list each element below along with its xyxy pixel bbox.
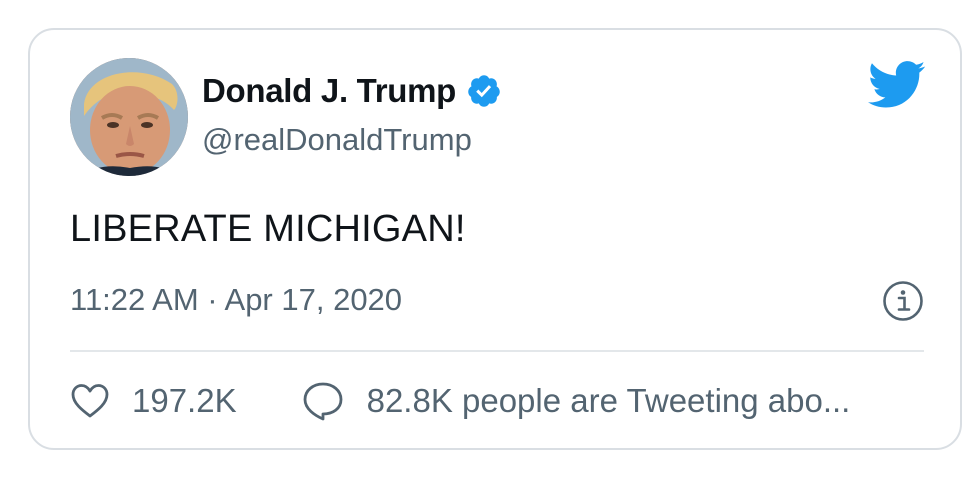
conversation-text: 82.8K people are Tweeting abo... (366, 382, 851, 419)
author-name[interactable]: Donald J. Trump (202, 72, 456, 110)
twitter-bird-icon[interactable] (868, 60, 926, 110)
like-action[interactable]: 197.2K (70, 382, 237, 420)
author-handle[interactable]: @realDonaldTrump (202, 122, 472, 158)
avatar-portrait (70, 58, 188, 176)
conversation-action[interactable]: 82.8K people are Tweeting abo... (301, 380, 851, 422)
speech-bubble-icon[interactable] (301, 380, 345, 422)
divider (70, 350, 924, 352)
tweet-card[interactable]: Donald J. Trump @realDonaldTrump LIBERAT… (28, 28, 962, 450)
action-bar: 197.2K 82.8K people are Tweeting abo... (70, 380, 850, 422)
like-count: 197.2K (132, 382, 237, 419)
info-icon[interactable] (882, 280, 924, 322)
heart-icon[interactable] (70, 383, 110, 419)
tweet-timestamp[interactable]: 11:22 AM · Apr 17, 2020 (70, 282, 402, 318)
tweet-text: LIBERATE MICHIGAN! (70, 208, 466, 250)
verified-badge-icon (468, 75, 500, 107)
author-row: Donald J. Trump (202, 72, 502, 110)
avatar[interactable] (70, 58, 188, 176)
